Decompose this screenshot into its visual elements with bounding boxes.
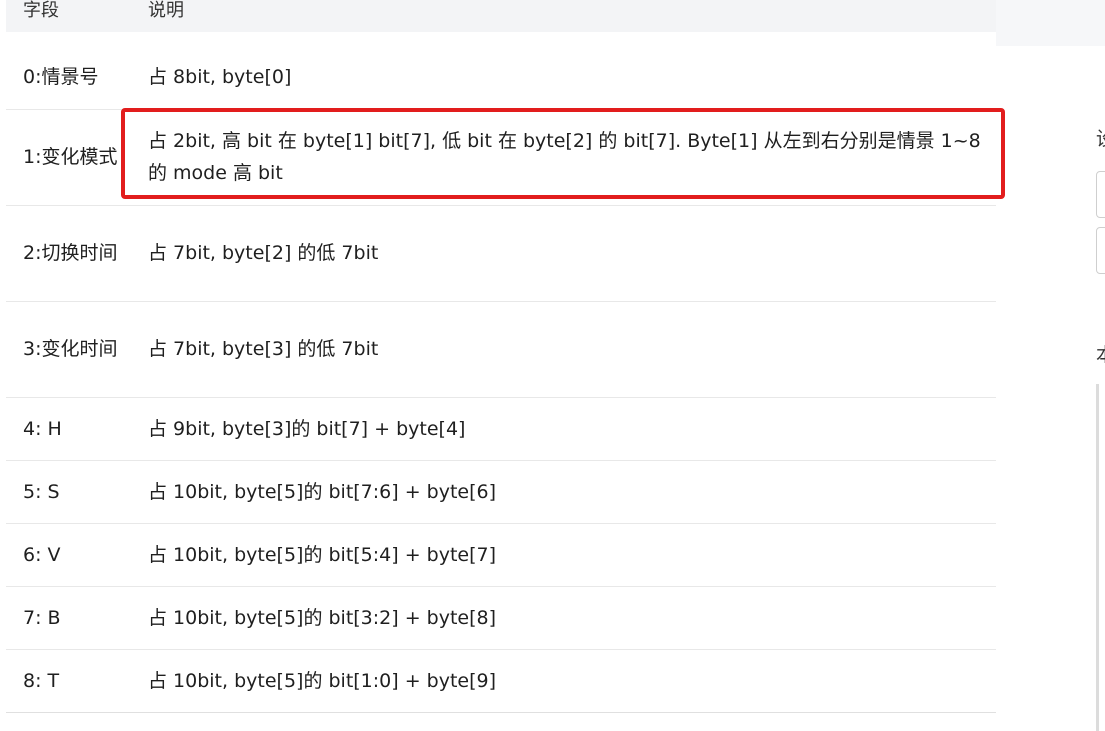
side-panel-input[interactable] [1096, 227, 1105, 274]
field-cell: 7: B [6, 586, 128, 650]
side-panel-scrollbar[interactable] [1096, 384, 1099, 731]
header-field: 字段 [23, 0, 59, 21]
description-cell: 占 10bit, byte[5]的 bit[5:4] + byte[7] [128, 523, 996, 587]
description-cell: 占 7bit, byte[2] 的低 7bit [128, 205, 996, 302]
description-cell: 占 10bit, byte[5]的 bit[7:6] + byte[6] [128, 460, 996, 524]
table-row: 7: B 占 10bit, byte[5]的 bit[3:2] + byte[8… [6, 586, 996, 650]
field-description-table: 字段 说明 0:情景号 占 8bit, byte[0] 1:变化模式 占 2bi… [6, 0, 996, 713]
field-cell: 1:变化模式 [6, 109, 128, 206]
table-row: 5: S 占 10bit, byte[5]的 bit[7:6] + byte[6… [6, 460, 996, 524]
field-cell: 5: S [6, 460, 128, 524]
side-panel-label: 设 [1096, 124, 1105, 151]
description-cell: 占 7bit, byte[3] 的低 7bit [128, 301, 996, 398]
side-panel-header [996, 0, 1105, 46]
side-panel-label: 本 [1096, 340, 1105, 367]
description-cell: 占 2bit, 高 bit 在 byte[1] bit[7], 低 bit 在 … [128, 109, 996, 206]
table-row: 0:情景号 占 8bit, byte[0] [6, 46, 996, 110]
table-row: 4: H 占 9bit, byte[3]的 bit[7] + byte[4] [6, 397, 996, 461]
table-row: 6: V 占 10bit, byte[5]的 bit[5:4] + byte[7… [6, 523, 996, 587]
field-cell: 4: H [6, 397, 128, 461]
side-panel-input[interactable] [1096, 171, 1105, 218]
description-cell: 占 10bit, byte[5]的 bit[3:2] + byte[8] [128, 586, 996, 650]
field-description-table-container: 字段 说明 0:情景号 占 8bit, byte[0] 1:变化模式 占 2bi… [6, 0, 996, 713]
description-cell: 占 8bit, byte[0] [128, 46, 996, 110]
field-cell: 3:变化时间 [6, 301, 128, 398]
field-cell: 8: T [6, 649, 128, 713]
field-cell: 0:情景号 [6, 46, 128, 110]
header-description: 说明 [148, 0, 184, 21]
field-cell: 6: V [6, 523, 128, 587]
field-cell: 2:切换时间 [6, 205, 128, 302]
description-cell: 占 9bit, byte[3]的 bit[7] + byte[4] [128, 397, 996, 461]
table-header-row: 字段 说明 [6, 0, 996, 46]
table-row: 3:变化时间 占 7bit, byte[3] 的低 7bit [6, 301, 996, 398]
table-row: 1:变化模式 占 2bit, 高 bit 在 byte[1] bit[7], 低… [6, 109, 996, 206]
table-row: 2:切换时间 占 7bit, byte[2] 的低 7bit [6, 205, 996, 302]
description-cell: 占 10bit, byte[5]的 bit[1:0] + byte[9] [128, 649, 996, 713]
table-row: 8: T 占 10bit, byte[5]的 bit[1:0] + byte[9… [6, 649, 996, 713]
